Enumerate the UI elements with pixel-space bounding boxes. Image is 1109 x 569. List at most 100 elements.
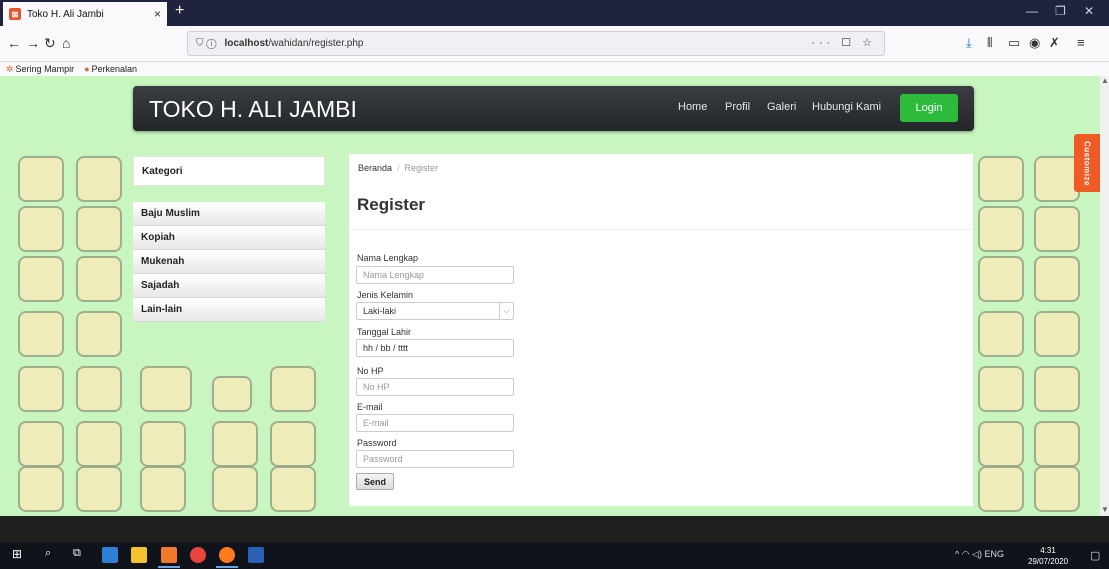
mosque-icon (140, 421, 186, 467)
praying-hands-icon (76, 156, 122, 202)
send-button[interactable]: Send (356, 473, 394, 490)
chevron-down-icon: ⌵ (499, 303, 513, 319)
rolled-mat-icon (978, 256, 1024, 302)
no-hp-input[interactable]: No HP (356, 378, 514, 396)
minimize-icon[interactable]: — (1026, 4, 1038, 18)
new-tab-button[interactable]: + (175, 2, 184, 20)
tanggal-lahir-input[interactable]: hh / bb / tttt (356, 339, 514, 357)
prayer-beads-icon (76, 256, 122, 302)
breadcrumb: Beranda / Register (358, 163, 438, 173)
reload-icon[interactable]: ↻ (44, 35, 56, 52)
crescent-frame-icon (18, 421, 64, 467)
bookmark-sering-mampir[interactable]: ✲ Sering Mampir (6, 64, 74, 75)
notification-icon[interactable]: ▢ (1090, 549, 1100, 562)
sidebar-item-kopiah[interactable]: Kopiah (133, 226, 325, 250)
extension-icon[interactable]: ✗ (1049, 35, 1060, 51)
browser-navbar: ← → ↻ ⌂ ⛉ ⓘ localhost /wahidan/register.… (0, 26, 1109, 62)
clock-date: 29/07/2020 (1028, 557, 1069, 566)
windows-start-icon[interactable]: ⊞ (12, 547, 28, 563)
quran-icon (76, 206, 122, 252)
word-icon[interactable] (248, 547, 264, 563)
forward-icon[interactable]: → (26, 35, 40, 51)
tab-title: Toko H. Ali Jambi (27, 8, 104, 20)
crescent-frame-icon (270, 421, 316, 467)
close-window-icon[interactable]: ✕ (1084, 4, 1094, 18)
language-indicator[interactable]: ENG (985, 549, 1005, 559)
search-icon[interactable]: ⌕ (45, 547, 61, 563)
active-app-indicator (216, 566, 238, 568)
windows-taskbar: ⊞ ⌕ ⧉ ^ ◠ ◁) ENG 4:31 29/07/2020 ▢ (0, 542, 1109, 569)
email-label: E-mail (357, 402, 383, 412)
jenis-kelamin-label: Jenis Kelamin (357, 290, 414, 300)
jenis-kelamin-select[interactable]: Laki-laki ⌵ (356, 302, 514, 320)
sidebar-item-baju-muslim[interactable]: Baju Muslim (133, 202, 325, 226)
restore-icon[interactable]: ❐ (1055, 4, 1066, 18)
customize-button[interactable]: Customize (1074, 134, 1100, 192)
web-page: TOKO H. ALI JAMBI Home Profil Galeri Hub… (0, 76, 1100, 516)
menu-profil[interactable]: Profil (725, 101, 750, 113)
breadcrumb-separator: / (397, 163, 400, 173)
kaaba-icon (1034, 311, 1080, 357)
nama-label: Nama Lengkap (357, 253, 419, 263)
no-hp-label: No HP (357, 366, 384, 376)
bookmark-perkenalan[interactable]: ● Perkenalan (84, 64, 137, 74)
scroll-down-icon[interactable]: ▼ (1101, 505, 1109, 514)
browser-tab-bar: ⊠ Toko H. Ali Jambi × + — ❐ ✕ (0, 0, 1109, 26)
clock[interactable]: 4:31 29/07/2020 (1028, 545, 1068, 567)
edge-icon[interactable] (102, 547, 118, 563)
breadcrumb-home[interactable]: Beranda (358, 163, 392, 173)
crescent-frame-icon (18, 256, 64, 302)
prayer-mat-icon (140, 366, 192, 412)
crescent-frame-icon (1034, 256, 1080, 302)
sidebar-icon[interactable]: ▭ (1008, 35, 1020, 51)
password-input[interactable]: Password (356, 450, 514, 468)
sidebar-item-lain-lain[interactable]: Lain-lain (133, 298, 325, 322)
mosque-dome-icon (212, 376, 252, 412)
kaaba-icon (1034, 466, 1080, 512)
library-icon[interactable]: ⫴ (987, 35, 992, 51)
page-scrollbar[interactable] (1100, 76, 1109, 516)
divider (349, 229, 973, 230)
menu-hubungi-kami[interactable]: Hubungi Kami (812, 101, 881, 113)
chrome-icon[interactable] (190, 547, 206, 563)
login-button[interactable]: Login (900, 94, 958, 122)
firefox-icon: ● (84, 64, 90, 74)
firefox-icon[interactable] (219, 547, 235, 563)
ornament-icon (18, 206, 64, 252)
password-label: Password (357, 438, 397, 448)
kaaba-icon (18, 311, 64, 357)
site-navbar: TOKO H. ALI JAMBI Home Profil Galeri Hub… (133, 86, 974, 131)
tanggal-lahir-label: Tanggal Lahir (357, 327, 412, 337)
prayer-beads-icon (76, 421, 122, 467)
back-icon[interactable]: ← (7, 35, 21, 51)
nama-lengkap-input[interactable]: Nama Lengkap (356, 266, 514, 284)
sidebar-item-mukenah[interactable]: Mukenah (133, 250, 325, 274)
ornament-icon (1034, 366, 1080, 412)
scroll-up-icon[interactable]: ▲ (1101, 76, 1109, 85)
system-tray[interactable]: ^ ◠ ◁) ENG (955, 549, 1004, 560)
url-actions[interactable]: ··· ☐ ☆ (811, 36, 876, 49)
download-icon[interactable]: ⤓ (966, 35, 972, 51)
menu-home[interactable]: Home (678, 101, 707, 113)
page-footer (0, 516, 1109, 542)
menu-icon[interactable]: ≡ (1077, 35, 1085, 50)
shield-icon: ⛉ ⓘ (196, 38, 217, 49)
url-host: localhost (224, 38, 269, 49)
tab-close-icon[interactable]: × (154, 7, 161, 21)
url-bar[interactable]: ⛉ ⓘ localhost /wahidan/register.php ··· … (187, 31, 885, 56)
home-icon[interactable]: ⌂ (62, 35, 70, 51)
email-input[interactable]: E-mail (356, 414, 514, 432)
ornament-icon (18, 366, 64, 412)
site-brand[interactable]: TOKO H. ALI JAMBI (149, 96, 357, 123)
xampp-icon[interactable] (161, 547, 177, 563)
file-explorer-icon[interactable] (131, 547, 147, 563)
jenis-kelamin-value: Laki-laki (363, 306, 397, 316)
kaaba-icon (18, 466, 64, 512)
task-view-icon[interactable]: ⧉ (73, 547, 89, 563)
kaaba-icon (270, 466, 316, 512)
account-icon[interactable]: ◉ (1029, 35, 1040, 51)
arch-icon (978, 311, 1024, 357)
menu-galeri[interactable]: Galeri (767, 101, 796, 113)
sidebar-item-sajadah[interactable]: Sajadah (133, 274, 325, 298)
browser-tab[interactable]: ⊠ Toko H. Ali Jambi × (3, 2, 167, 26)
